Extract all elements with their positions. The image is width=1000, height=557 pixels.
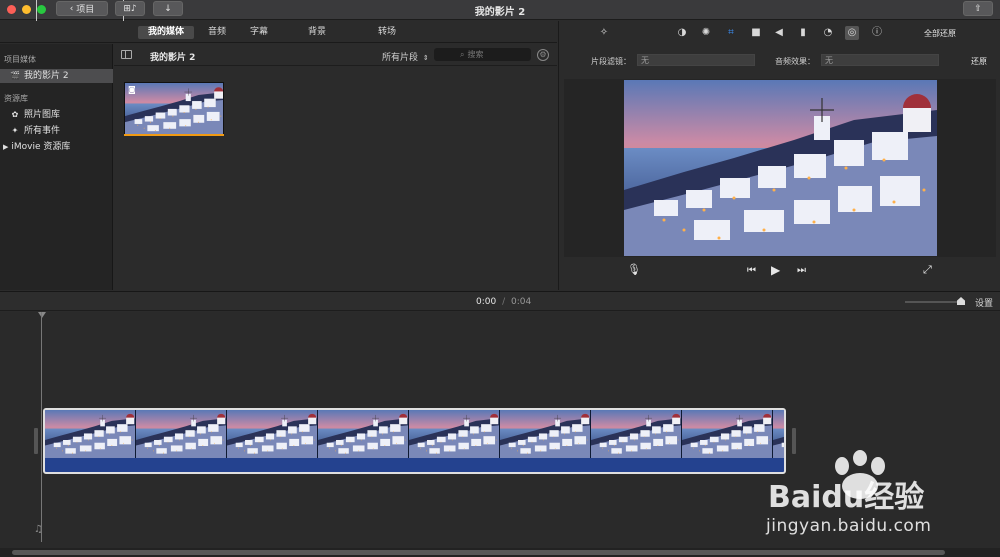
sidebar-item-label: iMovie 资源库 [11, 142, 71, 152]
media-tabs-bar: 我的媒体 音频 字幕 背景 转场 [0, 21, 557, 43]
santorini-thumbnail-image [125, 83, 223, 134]
filmstrip-frame [500, 410, 591, 458]
disclosure-triangle-icon[interactable]: ▶ [3, 143, 8, 151]
tab-transitions[interactable]: 转场 [368, 26, 406, 39]
clip-used-indicator [124, 134, 224, 136]
star-icon: ✦ [11, 126, 19, 135]
preview-image [624, 80, 937, 256]
library-sidebar: 项目媒体 🎬 我的影片 2 资源库 ✿ 照片图库 ✦ 所有事件 ▶ iMovie 资源库 [0, 44, 113, 290]
time-separator: / [502, 297, 506, 307]
window-title: 我的影片 2 [474, 7, 526, 18]
viewer [564, 79, 996, 257]
libraries-heading: 资源库 [4, 94, 28, 103]
tab-audio[interactable]: 音频 [198, 26, 236, 39]
audio-effect-label: 音频效果： [775, 57, 815, 66]
photos-flower-icon: ✿ [11, 110, 19, 119]
horizontal-scrollbar[interactable] [0, 548, 1000, 557]
filmstrip-frame [591, 410, 682, 458]
sidebar-item-imovie-library[interactable]: ▶ iMovie 资源库 [0, 140, 113, 154]
clip-filter-select[interactable]: 所有片段 ⇕ [382, 50, 429, 63]
stabilization-camera-icon[interactable]: ■ [749, 26, 763, 40]
reset-button[interactable]: 还原 [971, 56, 987, 67]
clapperboard-icon: 🎬 [10, 71, 20, 80]
skip-forward-button[interactable]: ⏭ [797, 265, 806, 276]
watermark-url: jingyan.baidu.com [766, 516, 932, 536]
sidebar-item-all-events[interactable]: ✦ 所有事件 [0, 124, 113, 138]
skip-back-button[interactable]: ⏮ [747, 265, 756, 276]
clip-start-handle[interactable] [34, 428, 38, 454]
crop-icon[interactable]: ⌗ [724, 26, 738, 40]
playhead-marker[interactable] [38, 312, 46, 318]
total-time: 0:04 [511, 297, 532, 307]
timeline-header: 0:00 / 0:04 设置 [0, 291, 1000, 311]
watermark-brand: Baidu经验 [768, 480, 925, 515]
media-clip-thumbnail[interactable]: ◙ [124, 82, 224, 135]
color-palette-icon[interactable]: ✺ [699, 26, 713, 40]
timeline-video-clip[interactable] [43, 408, 786, 474]
current-time: 0:00 [476, 297, 497, 307]
search-placeholder: 搜索 [467, 50, 484, 59]
viewer-panel: ✧ ◑ ✺ ⌗ ■ ◀ ▮ ◔ ◎ ⓘ 全部还原 片段滤镜： 无 音频效果： 无… [558, 21, 1000, 290]
share-button[interactable]: ⇧ [963, 1, 993, 16]
share-icon: ⇧ [974, 3, 982, 14]
music-note-icon: ♫ [34, 524, 43, 535]
tab-titles[interactable]: 字幕 [240, 26, 278, 39]
audio-effect-field[interactable]: 无 [821, 54, 939, 66]
project-media-heading: 项目媒体 [4, 55, 36, 64]
clip-filmstrip [45, 410, 784, 458]
sidebar-item-label: 照片图库 [24, 110, 61, 120]
sidebar-item-project[interactable]: 🎬 我的影片 2 [0, 69, 113, 83]
search-field[interactable]: ⌕ 搜索 [434, 48, 531, 61]
volume-icon[interactable]: ◀ [772, 26, 786, 40]
info-icon[interactable]: ⓘ [870, 26, 884, 40]
clip-filter-icon[interactable]: ◎ [845, 26, 859, 40]
timecode: 0:00 / 0:04 [476, 297, 531, 307]
filmstrip-frame [409, 410, 500, 458]
filmstrip-frame [318, 410, 409, 458]
imovie-window: ‹ 项目 ⊞♪ ↓ 我的影片 2 ⇧ 我的媒体 音频 字幕 背景 转场 项目媒体… [0, 0, 1000, 557]
zoom-slider[interactable] [905, 297, 965, 305]
settings-gear-icon[interactable]: ⚙ [537, 49, 549, 61]
camera-icon: ◙ [128, 85, 136, 94]
color-balance-icon[interactable]: ◑ [675, 26, 689, 40]
reset-all-button[interactable]: 全部还原 [924, 28, 956, 39]
sidebar-toggle-icon[interactable] [121, 50, 132, 59]
clip-filter-label: 片段滤镜： [591, 57, 631, 66]
speed-gauge-icon[interactable]: ◔ [821, 26, 835, 40]
title-bar: ‹ 项目 ⊞♪ ↓ 我的影片 2 ⇧ [0, 0, 1000, 30]
browser-title: 我的影片 2 [150, 53, 196, 63]
sidebar-item-label: 所有事件 [24, 126, 61, 136]
equalizer-icon[interactable]: ▮ [796, 26, 810, 40]
tab-backgrounds[interactable]: 背景 [298, 26, 336, 39]
fullscreen-icon[interactable]: ⤢ [923, 263, 932, 277]
timeline-settings-button[interactable]: 设置 [975, 296, 993, 309]
clip-filter-value: 所有片段 [382, 53, 419, 63]
browser-header: 我的影片 2 所有片段 ⇕ ⌕ 搜索 ⚙ [114, 44, 557, 66]
magic-wand-icon[interactable]: ✧ [597, 26, 611, 40]
scrollbar-thumb[interactable] [12, 550, 945, 555]
baidu-watermark: Baidu经验 jingyan.baidu.com [760, 450, 970, 540]
media-browser: 我的影片 2 所有片段 ⇕ ⌕ 搜索 ⚙ ◙ [114, 44, 557, 290]
sidebar-item-photos[interactable]: ✿ 照片图库 [0, 108, 113, 122]
sidebar-item-label: 我的影片 2 [24, 71, 69, 81]
play-button[interactable]: ▶ [771, 263, 780, 277]
microphone-icon[interactable]: 🎙 [627, 263, 641, 276]
tab-my-media[interactable]: 我的媒体 [138, 26, 195, 39]
clip-filter-field[interactable]: 无 [637, 54, 755, 66]
filmstrip-frame [45, 410, 136, 458]
search-icon: ⌕ [460, 50, 465, 59]
santorini-preview-image [624, 80, 937, 256]
filmstrip-frame [136, 410, 227, 458]
up-down-chevron-icon: ⇕ [422, 54, 429, 62]
filmstrip-frame [227, 410, 318, 458]
playhead[interactable] [41, 312, 42, 542]
zoom-slider-thumb[interactable] [957, 297, 965, 305]
